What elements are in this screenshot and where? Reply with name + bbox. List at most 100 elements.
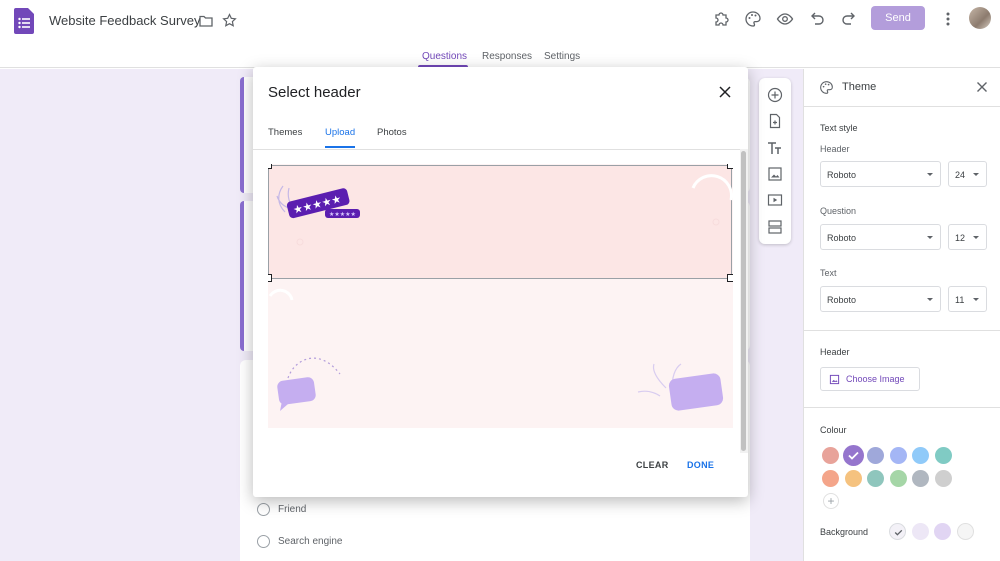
add-question-icon[interactable]: [767, 87, 783, 103]
palette-icon[interactable]: [744, 10, 762, 28]
colour-swatch[interactable]: [867, 470, 885, 487]
question-toolbar: [759, 78, 791, 244]
import-questions-icon[interactable]: [767, 113, 783, 129]
image-icon: [829, 374, 840, 384]
document-title[interactable]: Website Feedback Survey: [49, 13, 201, 28]
star-icon[interactable]: [222, 13, 237, 28]
background-label: Background: [820, 527, 869, 537]
crop-handle-top-right[interactable]: [727, 164, 733, 169]
active-tab-indicator: [325, 146, 355, 148]
radio-button[interactable]: [257, 535, 270, 548]
uploaded-image-preview[interactable]: ★★★★★ ★★★★★: [268, 164, 733, 428]
choose-image-label: Choose Image: [846, 374, 905, 384]
header-size-select[interactable]: 24: [948, 161, 987, 187]
done-button[interactable]: DONE: [687, 460, 714, 470]
add-title-icon[interactable]: [767, 140, 783, 156]
divider: [253, 149, 748, 150]
colour-swatch[interactable]: [844, 470, 862, 487]
list-item[interactable]: Search engine: [257, 535, 343, 548]
select-value: 12: [955, 233, 966, 243]
theme-panel-header: Theme: [804, 69, 1000, 107]
colour-swatch[interactable]: [842, 445, 864, 466]
add-image-icon[interactable]: [767, 166, 783, 182]
background-swatch[interactable]: [956, 523, 974, 540]
close-icon[interactable]: [719, 86, 731, 98]
tab-settings[interactable]: Settings: [544, 51, 580, 62]
add-video-icon[interactable]: [767, 192, 783, 208]
text-style-title: Text style: [820, 123, 858, 133]
theme-title: Theme: [842, 81, 877, 93]
avatar[interactable]: [969, 7, 991, 29]
question-font-select[interactable]: Roboto: [820, 224, 941, 250]
chevron-down-icon: [927, 236, 933, 239]
checkmark-icon: [894, 529, 903, 536]
choose-image-button[interactable]: Choose Image: [820, 367, 920, 391]
colour-swatch[interactable]: [935, 470, 952, 487]
chevron-down-icon: [973, 298, 979, 301]
text-font-select[interactable]: Roboto: [820, 286, 941, 312]
background-swatch[interactable]: [889, 523, 906, 540]
form-tabs: Questions Responses Settings: [0, 44, 1000, 68]
list-item[interactable]: Friend: [257, 503, 306, 516]
colour-swatch[interactable]: [889, 470, 907, 487]
colour-swatch[interactable]: [867, 447, 885, 464]
select-value: 24: [955, 170, 966, 180]
crop-handle-bottom-left[interactable]: [268, 274, 272, 282]
colour-swatch[interactable]: [912, 470, 930, 487]
add-custom-colour-button[interactable]: +: [823, 493, 839, 509]
add-section-icon[interactable]: [767, 219, 783, 235]
add-ons-puzzle-icon[interactable]: [712, 10, 730, 28]
tab-themes[interactable]: Themes: [268, 127, 302, 138]
close-icon[interactable]: [976, 81, 988, 93]
palette-icon: [820, 81, 833, 94]
clear-button[interactable]: CLEAR: [636, 460, 669, 470]
dialog-title: Select header: [268, 84, 361, 101]
tab-photos[interactable]: Photos: [377, 127, 407, 138]
divider: [804, 407, 1000, 408]
background-swatch[interactable]: [934, 523, 952, 540]
more-options-icon[interactable]: [940, 9, 956, 29]
colour-swatch[interactable]: [889, 447, 907, 464]
text-size-select[interactable]: 11: [948, 286, 987, 312]
theme-panel: Theme Text style Header Roboto 24 Questi…: [803, 69, 1000, 561]
tab-upload[interactable]: Upload: [325, 127, 355, 138]
forms-logo-icon[interactable]: [14, 8, 34, 34]
card-accent-bar: [240, 77, 244, 193]
colour-swatch[interactable]: [822, 447, 839, 464]
crop-selection[interactable]: ★★★★★ ★★★★★: [268, 165, 733, 279]
background-illustration: [268, 288, 724, 411]
question-font-label: Question: [820, 206, 857, 216]
chevron-down-icon: [927, 298, 933, 301]
header-illustration: ★★★★★ ★★★★★: [276, 174, 733, 246]
tab-questions[interactable]: Questions: [422, 51, 467, 62]
crop-handle-top-left[interactable]: [268, 164, 272, 169]
preview-eye-icon[interactable]: [776, 10, 794, 28]
select-value: Roboto: [827, 295, 857, 305]
crop-handle-bottom-right[interactable]: [727, 274, 733, 282]
option-label: Search engine: [278, 536, 343, 547]
select-value: Roboto: [827, 170, 857, 180]
tab-responses[interactable]: Responses: [482, 51, 532, 62]
chevron-down-icon: [973, 173, 979, 176]
scrollbar-thumb[interactable]: [741, 151, 746, 451]
chevron-down-icon: [973, 236, 979, 239]
colour-swatch[interactable]: [935, 447, 952, 464]
chevron-down-icon: [927, 173, 933, 176]
header-font-select[interactable]: Roboto: [820, 161, 941, 187]
redo-icon[interactable]: [840, 10, 858, 28]
send-button[interactable]: Send: [871, 6, 925, 30]
radio-button[interactable]: [257, 503, 270, 516]
text-font-label: Text: [820, 268, 837, 278]
divider: [804, 330, 1000, 331]
card-accent-bar: [240, 201, 244, 351]
background-swatch[interactable]: [911, 523, 929, 540]
header-font-label: Header: [820, 144, 850, 154]
colour-swatch[interactable]: [822, 470, 839, 487]
folder-icon[interactable]: [199, 14, 213, 28]
header-section-title: Header: [820, 347, 850, 357]
question-size-select[interactable]: 12: [948, 224, 987, 250]
colour-section-title: Colour: [820, 425, 847, 435]
undo-icon[interactable]: [808, 10, 826, 28]
colour-swatch[interactable]: [912, 447, 930, 464]
select-value: Roboto: [827, 233, 857, 243]
